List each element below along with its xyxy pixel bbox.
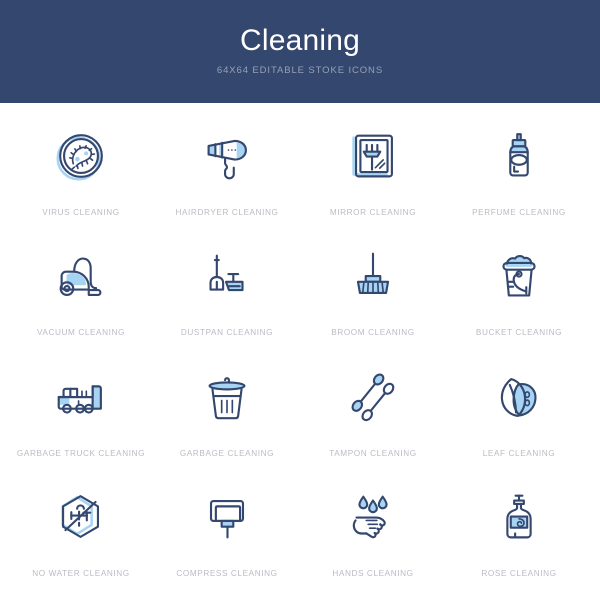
icon-cell-perfume[interactable]: perfume cleaning <box>446 109 592 229</box>
icon-label: garbage truck cleaning <box>16 448 146 458</box>
icon-grid: virus cleaning hairdryer cleaning <box>0 103 600 600</box>
perfume-icon <box>487 125 551 189</box>
compress-icon <box>195 486 259 550</box>
icon-label: no water cleaning <box>32 568 130 578</box>
header-content: Cleaning 64X64 editable stoke icons <box>0 0 600 103</box>
icon-label: rose cleaning <box>481 568 557 578</box>
broom-icon <box>341 245 405 309</box>
hands-icon <box>341 486 405 550</box>
bucket-icon <box>487 245 551 309</box>
icon-cell-compress[interactable]: compress cleaning <box>154 470 300 590</box>
tampon-icon <box>341 366 405 430</box>
icon-label: tampon cleaning <box>329 448 417 458</box>
icon-cell-no-water[interactable]: no water cleaning <box>8 470 154 590</box>
icon-cell-garbage-truck[interactable]: garbage truck cleaning <box>8 350 154 470</box>
garbage-truck-icon <box>49 366 113 430</box>
icon-cell-mirror[interactable]: mirror cleaning <box>300 109 446 229</box>
icon-label: mirror cleaning <box>329 208 417 217</box>
page-header: Cleaning 64X64 editable stoke icons <box>0 0 600 103</box>
icon-cell-leaf[interactable]: leaf cleaning <box>446 350 592 470</box>
icon-set-page: Cleaning 64X64 editable stoke icons <box>0 0 600 600</box>
icon-label: leaf cleaning <box>482 448 556 458</box>
icon-label: hairdryer cleaning <box>175 208 279 217</box>
icon-label: virus cleaning <box>42 208 120 217</box>
no-water-icon <box>49 486 113 550</box>
icon-cell-bucket[interactable]: bucket cleaning <box>446 229 592 349</box>
icon-cell-garbage[interactable]: garbage cleaning <box>154 350 300 470</box>
icon-cell-tampon[interactable]: tampon cleaning <box>300 350 446 470</box>
icon-cell-dustpan[interactable]: dustpan cleaning <box>154 229 300 349</box>
icon-label: broom cleaning <box>331 328 415 338</box>
icon-cell-broom[interactable]: broom cleaning <box>300 229 446 349</box>
virus-icon <box>49 125 113 189</box>
icon-cell-rose[interactable]: rose cleaning <box>446 470 592 590</box>
icon-label: vacuum cleaning <box>36 328 125 338</box>
icon-label: garbage cleaning <box>179 448 275 458</box>
icon-label: dustpan cleaning <box>180 328 274 338</box>
vacuum-icon <box>49 245 113 309</box>
rose-soap-icon <box>487 486 551 550</box>
icon-label: compress cleaning <box>176 568 278 578</box>
garbage-bin-icon <box>195 366 259 430</box>
icon-cell-hands[interactable]: hands cleaning <box>300 470 446 590</box>
icon-label: bucket cleaning <box>475 328 563 338</box>
icon-cell-virus[interactable]: virus cleaning <box>8 109 154 229</box>
icon-label: hands cleaning <box>332 568 414 578</box>
mirror-icon <box>341 125 405 189</box>
icon-label: perfume cleaning <box>472 208 566 217</box>
dustpan-icon <box>195 245 259 309</box>
icon-cell-vacuum[interactable]: vacuum cleaning <box>8 229 154 349</box>
page-title: Cleaning <box>239 23 361 57</box>
page-subtitle: 64X64 editable stoke icons <box>216 64 384 76</box>
leaf-icon <box>487 366 551 430</box>
icon-cell-hairdryer[interactable]: hairdryer cleaning <box>154 109 300 229</box>
hairdryer-icon <box>195 125 259 189</box>
